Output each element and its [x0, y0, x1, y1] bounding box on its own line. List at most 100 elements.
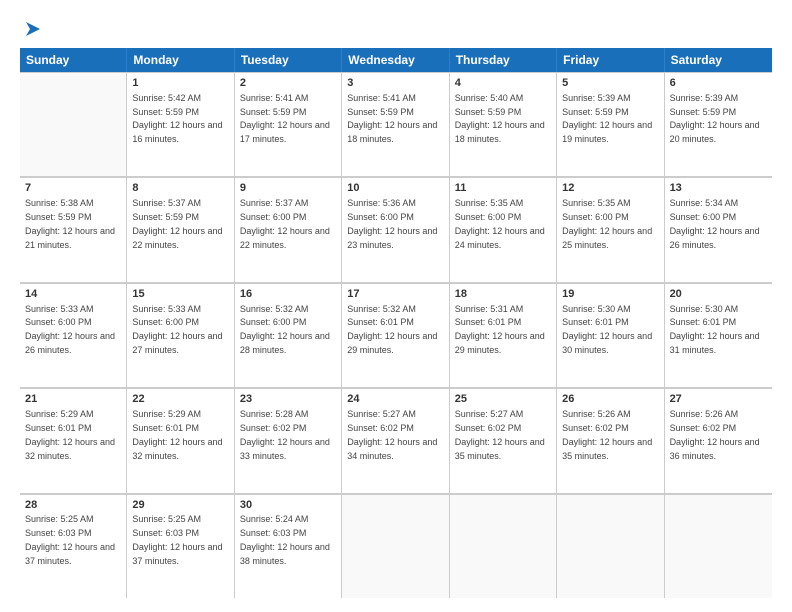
cell-info: Sunrise: 5:32 AMSunset: 6:00 PMDaylight:…: [240, 304, 330, 355]
cell-info: Sunrise: 5:38 AMSunset: 5:59 PMDaylight:…: [25, 198, 115, 249]
day-number: 6: [670, 76, 767, 91]
day-number: 1: [132, 76, 228, 91]
calendar-cell: [20, 72, 127, 176]
calendar-cell: [557, 494, 664, 598]
calendar-cell: 15Sunrise: 5:33 AMSunset: 6:00 PMDayligh…: [127, 283, 234, 387]
calendar-cell: 19 Sunrise: 5:30 AMSunset: 6:01 PMDayligh…: [557, 283, 664, 387]
day-header-thursday: Thursday: [450, 48, 557, 72]
calendar-cell: 25Sunrise: 5:27 AMSunset: 6:02 PMDayligh…: [450, 388, 557, 492]
day-header-wednesday: Wednesday: [342, 48, 449, 72]
cell-info: Sunrise: 5:25 AMSunset: 6:03 PMDaylight:…: [132, 514, 222, 565]
day-number: 10: [347, 181, 443, 196]
calendar-cell: 17 Sunrise: 5:32 AMSunset: 6:01 PMDayligh…: [342, 283, 449, 387]
cell-info: Sunrise: 5:37 AMSunset: 5:59 PMDaylight:…: [132, 198, 222, 249]
cell-info: Sunrise: 5:26 AMSunset: 6:02 PMDaylight:…: [562, 409, 652, 460]
calendar-cell: 11 Sunrise: 5:35 AMSunset: 6:00 PMDayligh…: [450, 177, 557, 281]
calendar-cell: 7 Sunrise: 5:38 AMSunset: 5:59 PMDaylight…: [20, 177, 127, 281]
cell-info: Sunrise: 5:40 AMSunset: 5:59 PMDaylight:…: [455, 93, 545, 144]
calendar-cell: [450, 494, 557, 598]
day-number: 25: [455, 392, 551, 407]
calendar-cell: 9 Sunrise: 5:37 AMSunset: 6:00 PMDaylight…: [235, 177, 342, 281]
calendar-row: 1 Sunrise: 5:42 AMSunset: 5:59 PMDaylight…: [20, 72, 772, 177]
cell-info: Sunrise: 5:35 AMSunset: 6:00 PMDaylight:…: [562, 198, 652, 249]
calendar-cell: 27Sunrise: 5:26 AMSunset: 6:02 PMDayligh…: [665, 388, 772, 492]
calendar-header: SundayMondayTuesdayWednesdayThursdayFrid…: [20, 48, 772, 72]
calendar-cell: 4 Sunrise: 5:40 AMSunset: 5:59 PMDaylight…: [450, 72, 557, 176]
day-header-saturday: Saturday: [665, 48, 772, 72]
day-number: 9: [240, 181, 336, 196]
day-number: 14: [25, 287, 121, 302]
day-number: 24: [347, 392, 443, 407]
calendar-cell: 29Sunrise: 5:25 AMSunset: 6:03 PMDayligh…: [127, 494, 234, 598]
day-number: 23: [240, 392, 336, 407]
calendar-cell: 23 Sunrise: 5:28 AMSunset: 6:02 PMDayligh…: [235, 388, 342, 492]
day-number: 17: [347, 287, 443, 302]
cell-info: Sunrise: 5:25 AMSunset: 6:03 PMDaylight:…: [25, 514, 115, 565]
logo: [20, 18, 44, 40]
calendar-cell: 6 Sunrise: 5:39 AMSunset: 5:59 PMDaylight…: [665, 72, 772, 176]
day-number: 3: [347, 76, 443, 91]
day-header-sunday: Sunday: [20, 48, 127, 72]
day-number: 2: [240, 76, 336, 91]
cell-info: Sunrise: 5:30 AMSunset: 6:01 PMDaylight:…: [670, 304, 760, 355]
day-number: 13: [670, 181, 767, 196]
cell-info: Sunrise: 5:33 AMSunset: 6:00 PMDaylight:…: [132, 304, 222, 355]
calendar-row: 14 Sunrise: 5:33 AMSunset: 6:00 PMDayligh…: [20, 283, 772, 388]
day-number: 29: [132, 498, 228, 513]
day-number: 26: [562, 392, 658, 407]
calendar-cell: 10 Sunrise: 5:36 AMSunset: 6:00 PMDayligh…: [342, 177, 449, 281]
calendar-cell: 24Sunrise: 5:27 AMSunset: 6:02 PMDayligh…: [342, 388, 449, 492]
calendar: SundayMondayTuesdayWednesdayThursdayFrid…: [20, 48, 772, 598]
day-number: 21: [25, 392, 121, 407]
cell-info: Sunrise: 5:28 AMSunset: 6:02 PMDaylight:…: [240, 409, 330, 460]
cell-info: Sunrise: 5:39 AMSunset: 5:59 PMDaylight:…: [670, 93, 760, 144]
cell-info: Sunrise: 5:36 AMSunset: 6:00 PMDaylight:…: [347, 198, 437, 249]
cell-info: Sunrise: 5:30 AMSunset: 6:01 PMDaylight:…: [562, 304, 652, 355]
cell-info: Sunrise: 5:31 AMSunset: 6:01 PMDaylight:…: [455, 304, 545, 355]
day-number: 18: [455, 287, 551, 302]
calendar-cell: 3 Sunrise: 5:41 AMSunset: 5:59 PMDaylight…: [342, 72, 449, 176]
day-number: 11: [455, 181, 551, 196]
day-number: 28: [25, 498, 121, 513]
calendar-cell: 8 Sunrise: 5:37 AMSunset: 5:59 PMDaylight…: [127, 177, 234, 281]
cell-info: Sunrise: 5:39 AMSunset: 5:59 PMDaylight:…: [562, 93, 652, 144]
day-number: 16: [240, 287, 336, 302]
calendar-body: 1 Sunrise: 5:42 AMSunset: 5:59 PMDaylight…: [20, 72, 772, 598]
calendar-cell: 18 Sunrise: 5:31 AMSunset: 6:01 PMDayligh…: [450, 283, 557, 387]
calendar-cell: 26 Sunrise: 5:26 AMSunset: 6:02 PMDayligh…: [557, 388, 664, 492]
page-header: [20, 18, 772, 40]
cell-info: Sunrise: 5:26 AMSunset: 6:02 PMDaylight:…: [670, 409, 760, 460]
cell-info: Sunrise: 5:33 AMSunset: 6:00 PMDaylight:…: [25, 304, 115, 355]
calendar-cell: 28Sunrise: 5:25 AMSunset: 6:03 PMDayligh…: [20, 494, 127, 598]
day-number: 4: [455, 76, 551, 91]
cell-info: Sunrise: 5:41 AMSunset: 5:59 PMDaylight:…: [347, 93, 437, 144]
cell-info: Sunrise: 5:24 AMSunset: 6:03 PMDaylight:…: [240, 514, 330, 565]
calendar-cell: 30Sunrise: 5:24 AMSunset: 6:03 PMDayligh…: [235, 494, 342, 598]
day-header-monday: Monday: [127, 48, 234, 72]
day-number: 22: [132, 392, 228, 407]
calendar-cell: [665, 494, 772, 598]
calendar-page: SundayMondayTuesdayWednesdayThursdayFrid…: [0, 0, 792, 612]
day-number: 5: [562, 76, 658, 91]
cell-info: Sunrise: 5:37 AMSunset: 6:00 PMDaylight:…: [240, 198, 330, 249]
calendar-row: 28Sunrise: 5:25 AMSunset: 6:03 PMDayligh…: [20, 494, 772, 598]
calendar-row: 21Sunrise: 5:29 AMSunset: 6:01 PMDayligh…: [20, 388, 772, 493]
cell-info: Sunrise: 5:34 AMSunset: 6:00 PMDaylight:…: [670, 198, 760, 249]
day-number: 19: [562, 287, 658, 302]
cell-info: Sunrise: 5:42 AMSunset: 5:59 PMDaylight:…: [132, 93, 222, 144]
logo-icon: [22, 18, 44, 40]
day-number: 30: [240, 498, 336, 513]
calendar-cell: 12Sunrise: 5:35 AMSunset: 6:00 PMDayligh…: [557, 177, 664, 281]
cell-info: Sunrise: 5:32 AMSunset: 6:01 PMDaylight:…: [347, 304, 437, 355]
calendar-cell: 2Sunrise: 5:41 AMSunset: 5:59 PMDaylight…: [235, 72, 342, 176]
day-number: 8: [132, 181, 228, 196]
day-number: 7: [25, 181, 121, 196]
calendar-cell: 14 Sunrise: 5:33 AMSunset: 6:00 PMDayligh…: [20, 283, 127, 387]
calendar-cell: 16 Sunrise: 5:32 AMSunset: 6:00 PMDayligh…: [235, 283, 342, 387]
calendar-cell: 22Sunrise: 5:29 AMSunset: 6:01 PMDayligh…: [127, 388, 234, 492]
calendar-cell: 1 Sunrise: 5:42 AMSunset: 5:59 PMDaylight…: [127, 72, 234, 176]
cell-info: Sunrise: 5:35 AMSunset: 6:00 PMDaylight:…: [455, 198, 545, 249]
day-header-tuesday: Tuesday: [235, 48, 342, 72]
calendar-cell: 20Sunrise: 5:30 AMSunset: 6:01 PMDayligh…: [665, 283, 772, 387]
calendar-row: 7 Sunrise: 5:38 AMSunset: 5:59 PMDaylight…: [20, 177, 772, 282]
